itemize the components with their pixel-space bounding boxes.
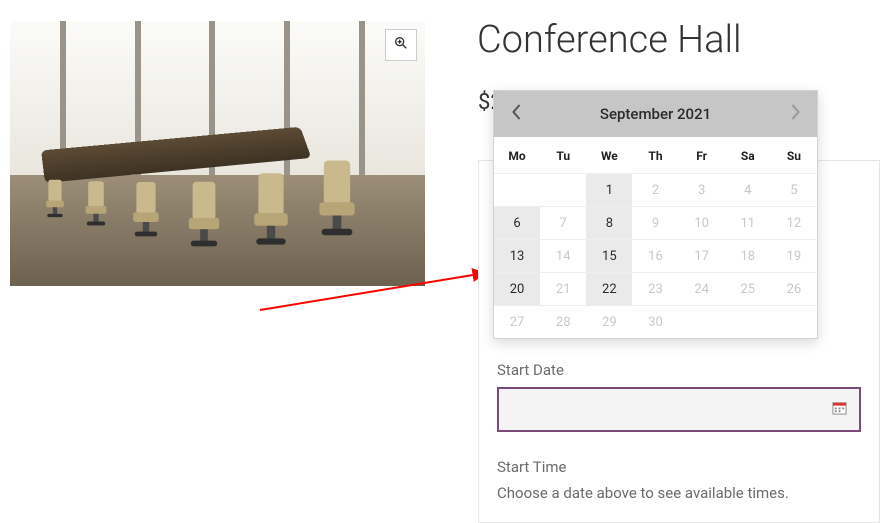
day-30: 30 [632, 305, 678, 338]
day-1[interactable]: 1 [586, 173, 632, 206]
day-24: 24 [679, 272, 725, 305]
day-empty [679, 305, 725, 338]
day-4: 4 [725, 173, 771, 206]
day-8[interactable]: 8 [586, 206, 632, 239]
day-15[interactable]: 15 [586, 239, 632, 272]
dow-th: Th [632, 137, 678, 173]
datepicker-month-label: September 2021 [600, 105, 711, 123]
day-17: 17 [679, 239, 725, 272]
product-title: Conference Hall [477, 18, 742, 62]
dow-fr: Fr [679, 137, 725, 173]
day-22[interactable]: 22 [586, 272, 632, 305]
day-25: 25 [725, 272, 771, 305]
day-28: 28 [540, 305, 586, 338]
datepicker-popover: September 2021 Mo Tu We Th Fr Sa Su 1234… [493, 90, 818, 339]
day-12: 12 [771, 206, 817, 239]
dow-mo: Mo [494, 137, 540, 173]
day-29: 29 [586, 305, 632, 338]
day-3: 3 [679, 173, 725, 206]
dow-tu: Tu [540, 137, 586, 173]
chevron-left-icon [511, 104, 522, 124]
datepicker-dow-row: Mo Tu We Th Fr Sa Su [494, 137, 817, 173]
day-18: 18 [725, 239, 771, 272]
day-empty [771, 305, 817, 338]
day-14: 14 [540, 239, 586, 272]
datepicker-grid: 1234567891011121314151617181920212223242… [494, 173, 817, 338]
start-time-help: Choose a date above to see available tim… [497, 484, 861, 502]
day-16: 16 [632, 239, 678, 272]
day-26: 26 [771, 272, 817, 305]
day-empty [540, 173, 586, 206]
zoom-button[interactable] [385, 29, 417, 61]
day-7: 7 [540, 206, 586, 239]
day-10: 10 [679, 206, 725, 239]
day-19: 19 [771, 239, 817, 272]
start-date-input[interactable] [497, 387, 861, 432]
day-20[interactable]: 20 [494, 272, 540, 305]
datepicker-header: September 2021 [494, 91, 817, 137]
day-empty [725, 305, 771, 338]
chevron-right-icon [790, 104, 801, 124]
calendar-icon [832, 400, 847, 419]
day-6[interactable]: 6 [494, 206, 540, 239]
day-5: 5 [771, 173, 817, 206]
day-9: 9 [632, 206, 678, 239]
next-month-button[interactable] [783, 102, 807, 126]
prev-month-button[interactable] [504, 102, 528, 126]
magnifier-plus-icon [393, 35, 409, 55]
day-2: 2 [632, 173, 678, 206]
dow-sa: Sa [725, 137, 771, 173]
product-image[interactable] [10, 21, 425, 286]
day-11: 11 [725, 206, 771, 239]
day-21: 21 [540, 272, 586, 305]
dow-su: Su [771, 137, 817, 173]
day-13[interactable]: 13 [494, 239, 540, 272]
start-time-label: Start Time [497, 458, 861, 476]
day-27: 27 [494, 305, 540, 338]
day-empty [494, 173, 540, 206]
dow-we: We [586, 137, 632, 173]
day-23: 23 [632, 272, 678, 305]
start-date-label: Start Date [497, 361, 861, 379]
